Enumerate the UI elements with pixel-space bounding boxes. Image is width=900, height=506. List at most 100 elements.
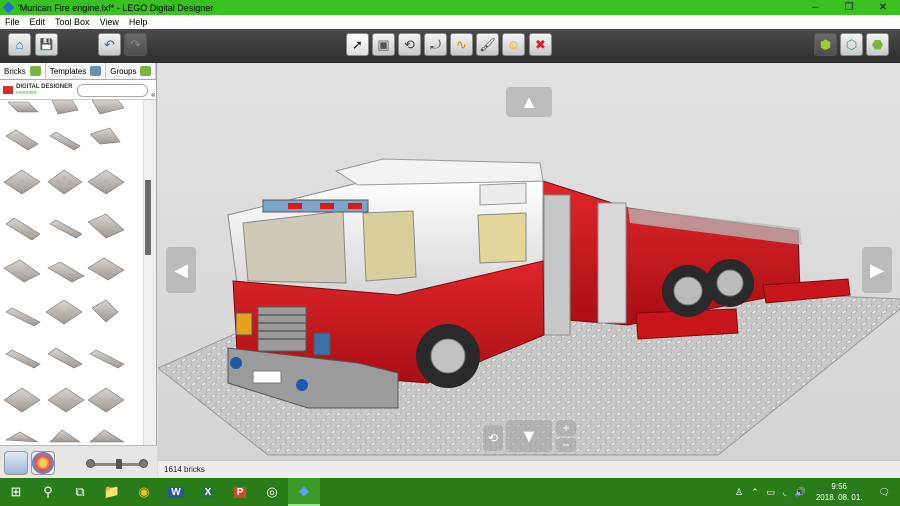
app-button[interactable]: ◎ <box>256 478 288 506</box>
zoom-out-icon[interactable] <box>86 459 95 468</box>
clock-time: 9:56 <box>831 482 847 491</box>
zoom-in-button[interactable]: + <box>556 420 576 436</box>
build-mode-button[interactable]: ⬢ <box>814 33 837 56</box>
rotate-down-button[interactable]: ▼ <box>506 420 552 452</box>
menu-view[interactable]: View <box>95 17 124 27</box>
delete-tool-button[interactable]: ✖ <box>529 33 552 56</box>
delete-icon: ✖ <box>535 36 546 52</box>
brand-name: DIGITAL DESIGNER extended <box>16 83 73 96</box>
3d-viewport[interactable]: ▲ ▼ ◀ ▶ ⟲ + − <box>158 63 900 460</box>
hinge-icon: ⟲ <box>404 36 415 52</box>
folder-icon: 📁 <box>103 484 121 499</box>
windows-icon: ⊞ <box>10 484 22 499</box>
arrow-right-icon: ▶ <box>870 259 884 280</box>
task-view-icon: ⧉ <box>75 484 85 499</box>
volume-icon[interactable]: 🔊 <box>791 487 810 498</box>
chrome-button[interactable]: ◉ <box>128 478 160 506</box>
arrow-up-icon: ▲ <box>520 91 538 112</box>
battery-icon[interactable]: ▭ <box>763 487 780 498</box>
search-button[interactable]: ⚲ <box>32 478 64 506</box>
hinge-tool-button[interactable]: ⟲ <box>398 33 421 56</box>
template-icon <box>90 66 102 76</box>
powerpoint-button[interactable]: P <box>224 478 256 506</box>
wifi-icon[interactable]: ◟ <box>779 487 791 498</box>
build-mode-icon: ⬢ <box>819 36 832 52</box>
menu-help[interactable]: Help <box>124 17 153 27</box>
search-icon: ⚲ <box>43 484 53 499</box>
hinge-align-icon: ⤾ <box>430 36 441 52</box>
flex-tool-button[interactable]: ∿ <box>450 33 473 56</box>
close-button[interactable]: ✕ <box>866 0 900 15</box>
tab-templates[interactable]: Templates <box>46 63 107 79</box>
lego-logo <box>3 85 13 94</box>
save-button[interactable]: 💾 <box>35 33 58 56</box>
redo-icon: ↷ <box>130 36 141 52</box>
rotate-up-button[interactable]: ▲ <box>506 87 552 117</box>
brick-search-input[interactable] <box>77 84 148 97</box>
app-icon <box>2 1 15 14</box>
people-icon[interactable]: ♙ <box>731 487 747 498</box>
word-icon: W <box>168 486 184 498</box>
clone-icon: ▣ <box>377 36 390 52</box>
brick-palette-panel: Bricks Templates Groups DIGITAL DESIGNER… <box>0 63 157 478</box>
brick-filter-button[interactable] <box>4 451 28 475</box>
rotate-right-button[interactable]: ▶ <box>862 247 892 293</box>
decoration-tool-button[interactable]: ☺ <box>502 33 525 56</box>
menu-toolbox[interactable]: Tool Box <box>50 17 95 27</box>
toolbar: ⌂ 💾 ↶ ↷ ➚ ▣ ⟲ ⤾ ∿ 🖌 ☺ ✖ ⬢ ⬡ ⬣ <box>0 29 900 63</box>
undo-icon: ↶ <box>104 36 115 52</box>
menu-edit[interactable]: Edit <box>25 17 51 27</box>
word-button[interactable]: W <box>160 478 192 506</box>
clock-date: 2018. 08. 01. <box>815 493 863 502</box>
redo-button[interactable]: ↷ <box>124 33 147 56</box>
collapse-panel-icon[interactable]: « <box>151 90 155 99</box>
color-palette-button[interactable] <box>31 451 55 475</box>
start-button[interactable]: ⊞ <box>0 478 32 506</box>
zoom-out-icon: − <box>562 438 570 452</box>
zoom-slider-handle[interactable] <box>116 459 122 469</box>
tab-groups[interactable]: Groups <box>106 63 157 79</box>
paint-tool-button[interactable]: 🖌 <box>476 33 499 56</box>
brick-count: 1614 bricks <box>164 465 205 474</box>
zoom-out-button[interactable]: − <box>556 438 576 452</box>
instructions-mode-button[interactable]: ⬣ <box>866 33 889 56</box>
home-icon: ⌂ <box>15 37 24 52</box>
view-mode-button[interactable]: ⬡ <box>840 33 863 56</box>
title-bar: 'Murican Fire engine.lxf* - LEGO Digital… <box>0 0 900 15</box>
zoom-in-icon[interactable] <box>139 459 148 468</box>
reset-view-button[interactable]: ⟲ <box>483 425 503 451</box>
menu-file[interactable]: File <box>0 17 25 27</box>
clock[interactable]: 9:56 2018. 08. 01. <box>810 481 869 503</box>
hinge-align-tool-button[interactable]: ⤾ <box>424 33 447 56</box>
reset-view-icon: ⟲ <box>487 431 499 445</box>
show-hidden-icons[interactable]: ⌃ <box>747 487 763 498</box>
palette-footer <box>0 445 157 478</box>
fire-engine-model <box>158 158 900 456</box>
chrome-icon: ◉ <box>138 484 150 499</box>
paint-bucket-icon: 🖌 <box>479 36 496 52</box>
rotate-left-button[interactable]: ◀ <box>166 247 196 293</box>
brick-list[interactable] <box>0 100 143 445</box>
task-view-button[interactable]: ⧉ <box>64 478 96 506</box>
excel-icon: X <box>201 486 215 498</box>
minimize-button[interactable]: – <box>798 0 832 15</box>
zoom-in-icon: + <box>562 421 570 435</box>
system-tray: ♙ ⌃ ▭ ◟ 🔊 9:56 2018. 08. 01. 🗨 <box>731 478 900 506</box>
maximize-button[interactable]: ❐ <box>832 0 866 15</box>
undo-button[interactable]: ↶ <box>98 33 121 56</box>
home-button[interactable]: ⌂ <box>8 33 31 56</box>
instructions-mode-icon: ⬣ <box>871 36 884 52</box>
arrow-left-icon: ◀ <box>174 259 188 280</box>
scrollbar-thumb[interactable] <box>145 180 151 255</box>
file-explorer-button[interactable]: 📁 <box>96 478 128 506</box>
powerpoint-icon: P <box>233 486 247 498</box>
brick-thumbnails <box>3 100 126 443</box>
notifications-icon[interactable]: 🗨 <box>869 487 900 498</box>
windows-taskbar: ⊞ ⚲ ⧉ 📁 ◉ W X P ◎ ◆ ♙ ⌃ ▭ ◟ 🔊 9:56 2018.… <box>0 478 900 506</box>
clone-tool-button[interactable]: ▣ <box>372 33 395 56</box>
select-tool-button[interactable]: ➚ <box>346 33 369 56</box>
tab-bricks[interactable]: Bricks <box>0 63 46 79</box>
lego-designer-task-button[interactable]: ◆ <box>288 478 320 506</box>
excel-button[interactable]: X <box>192 478 224 506</box>
palette-scrollbar[interactable] <box>143 100 152 445</box>
